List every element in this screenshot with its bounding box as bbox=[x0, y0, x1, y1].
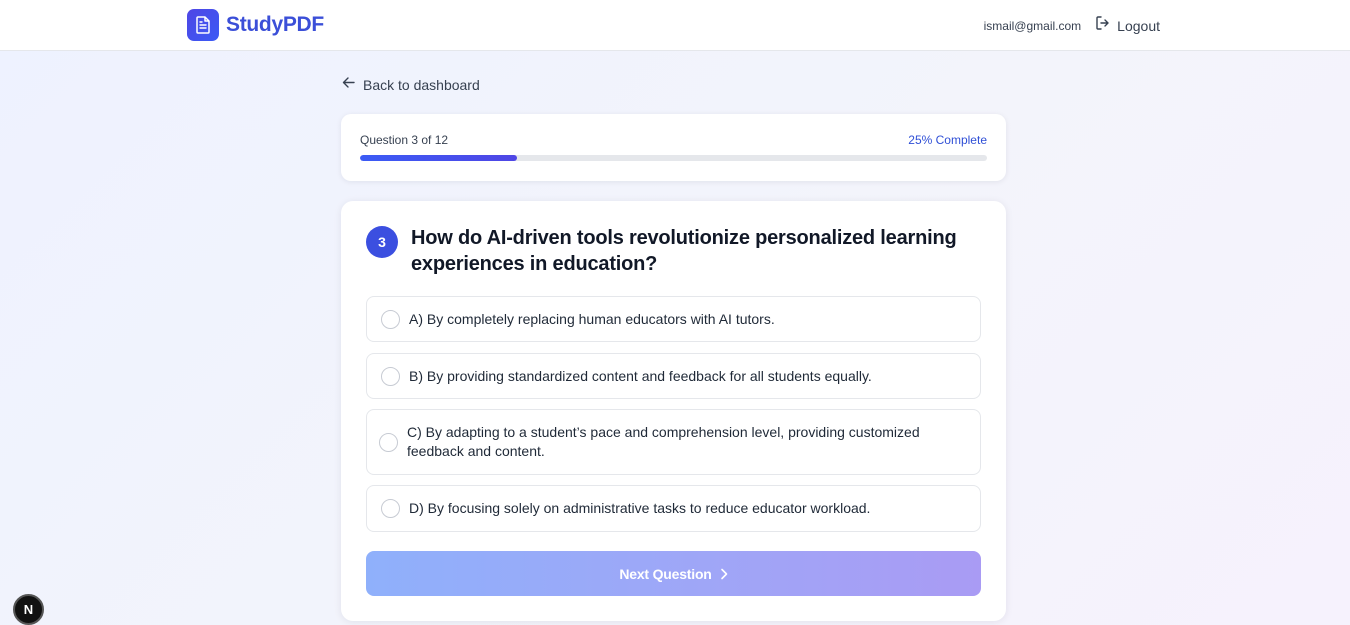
option-d-label: D) By focusing solely on administrative … bbox=[409, 500, 871, 516]
option-c-label: C) By adapting to a student’s pace and c… bbox=[407, 424, 920, 459]
progress-percent: 25% Complete bbox=[908, 133, 987, 147]
option-c-radio[interactable] bbox=[379, 432, 398, 452]
option-b-label: B) By providing standardized content and… bbox=[409, 367, 872, 384]
option-d-radio[interactable] bbox=[381, 499, 400, 518]
option-a-radio[interactable] bbox=[381, 309, 400, 329]
option-b[interactable]: B) By providing standardized content and… bbox=[366, 353, 981, 399]
brand-name: StudyPDF bbox=[226, 13, 324, 36]
question-counter: Question 3 of 12 bbox=[360, 133, 449, 147]
question-card: 3 How do AI-driven tools revolutionize p… bbox=[341, 201, 1006, 621]
question-text: How do AI-driven tools revolutionize per… bbox=[411, 227, 957, 275]
document-icon bbox=[187, 9, 219, 41]
arrow-left-icon bbox=[342, 76, 355, 94]
option-b-radio[interactable] bbox=[381, 366, 400, 386]
back-label: Back to dashboard bbox=[363, 77, 480, 93]
user-area: ismail@gmail.com Logout bbox=[984, 15, 1160, 36]
user-email: ismail@gmail.com bbox=[983, 18, 1082, 33]
logout-button[interactable]: Logout bbox=[1095, 15, 1160, 36]
next-question-button[interactable]: Next Question bbox=[366, 551, 981, 596]
logout-icon bbox=[1095, 15, 1111, 36]
question-number-badge: 3 bbox=[366, 226, 398, 258]
dev-tools-badge[interactable]: N bbox=[13, 594, 44, 625]
progress-bar bbox=[360, 155, 987, 161]
logout-label: Logout bbox=[1117, 17, 1160, 34]
brand[interactable]: StudyPDF bbox=[187, 9, 324, 41]
option-c[interactable]: C) By adapting to a student’s pace and c… bbox=[366, 409, 981, 475]
top-navbar: StudyPDF ismail@gmail.com Logout bbox=[0, 0, 1350, 51]
option-a-label: A) By completely replacing human educato… bbox=[409, 310, 775, 327]
back-to-dashboard-link[interactable]: Back to dashboard bbox=[342, 76, 480, 94]
option-d[interactable]: D) By focusing solely on administrative … bbox=[366, 485, 981, 532]
option-a[interactable]: A) By completely replacing human educato… bbox=[366, 296, 981, 342]
progress-card: Question 3 of 12 25% Complete bbox=[341, 114, 1006, 181]
next-question-label: Next Question bbox=[619, 565, 712, 582]
chevron-right-icon bbox=[720, 568, 728, 580]
progress-bar-fill bbox=[360, 155, 517, 161]
